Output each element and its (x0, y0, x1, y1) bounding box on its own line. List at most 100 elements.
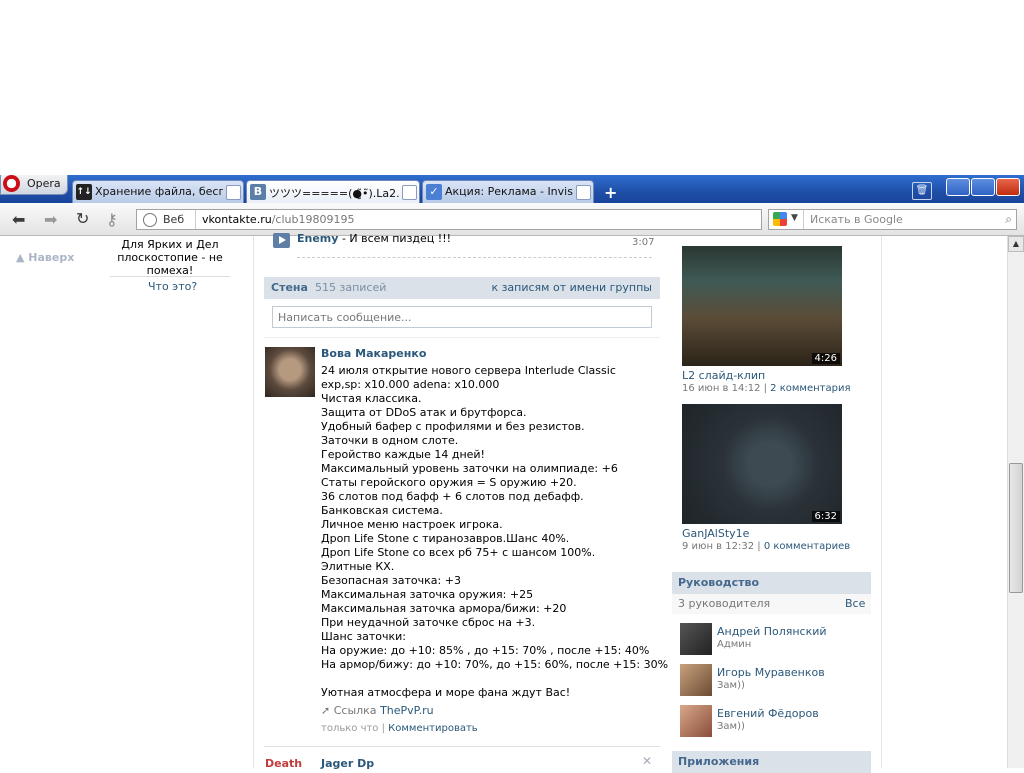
new-tab-button[interactable]: + (604, 183, 617, 202)
audio-title: - И всем пиздец !!! (338, 232, 452, 245)
tab-close-button[interactable] (402, 185, 417, 200)
avatar[interactable] (680, 664, 712, 696)
tab-title: ツツツ=====(●̮̮̃•̃).La2... (269, 187, 399, 200)
post-attachment: ➚ Ссылка ThePvP.ru (321, 704, 434, 717)
post-line: Дроп Life Stone с тиранозавров.Шанс 40%. (321, 532, 570, 545)
search-box[interactable]: ▼ Искать в Google ⌕ (768, 209, 1017, 230)
post-line: exp,sp: x10.000 adena: x10.000 (321, 378, 500, 391)
manager-role: Зам)) (717, 680, 745, 691)
close-window-button[interactable] (996, 178, 1020, 196)
post-line: Дроп Life Stone со всех рб 75+ с шансом … (321, 546, 596, 559)
audio-artist[interactable]: Enemy (297, 232, 338, 245)
video-comments-link[interactable]: 2 комментария (770, 383, 850, 394)
video-comments-link[interactable]: 0 комментариев (764, 541, 850, 552)
back-to-top-link[interactable]: ▲ Наверх (16, 251, 74, 264)
manager-role: Админ (717, 639, 752, 650)
left-note: Для Ярких и Дел плоскостопие - не помеха… (117, 238, 223, 277)
post-line: Защита от DDoS атак и брутфорса. (321, 406, 527, 419)
avatar[interactable] (680, 623, 712, 655)
chevron-down-icon[interactable]: ▼ (791, 213, 798, 223)
key-icon[interactable]: ⚷ (106, 210, 118, 229)
search-input[interactable]: Искать в Google (810, 213, 903, 226)
tab-vkontakte[interactable]: В ツツツ=====(●̮̮̃•̃).La2... (246, 180, 420, 203)
audio-track: Enemy - И всем пиздец !!! (297, 232, 451, 245)
reload-icon[interactable]: ↻ (76, 209, 89, 228)
post-line: Максимальная заточка армора/бижи: +20 (321, 602, 567, 615)
apps-title: Приложения (678, 755, 760, 768)
video-title[interactable]: GanJAlSty1e (682, 527, 749, 540)
managers-header[interactable]: Руководство (672, 572, 871, 594)
managers-title: Руководство (678, 576, 760, 589)
what-is-link[interactable]: Что это? (148, 280, 197, 293)
video-thumbnail[interactable]: 4:26 (682, 246, 842, 366)
compose-input[interactable]: Написать сообщение... (272, 306, 652, 328)
google-icon[interactable] (773, 212, 787, 226)
opera-menu-label: Opera (27, 177, 61, 190)
close-icon[interactable]: ✕ (642, 754, 652, 768)
managers-all-link[interactable]: Все (845, 597, 865, 610)
opera-menu-button[interactable]: Opera (0, 175, 68, 195)
post-text: 24 июля открытие нового сервера Interlud… (321, 364, 668, 700)
post-line: Геройство каждые 14 дней! (321, 448, 485, 461)
divider (264, 337, 660, 338)
address-url[interactable]: vkontakte.ru/club19809195 (202, 213, 354, 226)
upload-site-icon: ↑↓ (76, 184, 92, 200)
post-line: При неудачной заточке сброс на +3. (321, 616, 536, 629)
post-line (321, 672, 668, 686)
search-separator (803, 210, 804, 229)
scrollbar[interactable]: ▲ (1007, 236, 1024, 768)
vk-icon: В (250, 184, 266, 200)
manager-name[interactable]: Андрей Полянский (717, 625, 827, 638)
video-meta: 16 июн в 14:12 | 2 комментария (682, 383, 851, 394)
tab-close-button[interactable] (576, 185, 591, 200)
post-time: только что (321, 723, 379, 734)
link-label: Ссылка (333, 704, 377, 717)
post-line: Заточки в одном слоте. (321, 434, 459, 447)
tab-close-button[interactable] (226, 185, 241, 200)
audio-duration: 3:07 (632, 237, 655, 248)
play-icon[interactable] (273, 233, 290, 248)
comment-link[interactable]: Комментировать (388, 723, 478, 734)
avatar[interactable] (680, 705, 712, 737)
address-bar[interactable]: Веб vkontakte.ru/club19809195 (136, 209, 762, 230)
wall-title: Стена (271, 281, 308, 294)
check-site-icon: ✓ (426, 184, 442, 200)
back-arrow-icon[interactable]: ⬅ (12, 210, 25, 229)
link-arrow-icon: ➚ (321, 704, 331, 717)
url-path: /club19809195 (271, 213, 355, 226)
minimize-button[interactable] (946, 178, 970, 196)
post-link[interactable]: ThePvP.ru (380, 704, 434, 717)
post-line: Шанс заточки: (321, 630, 406, 643)
scroll-up-arrow-icon[interactable]: ▲ (1008, 236, 1024, 252)
video-meta: 9 июн в 12:32 | 0 комментариев (682, 541, 851, 552)
post-line: Элитные КХ. (321, 560, 395, 573)
maximize-button[interactable] (971, 178, 995, 196)
back-to-top-label: Наверх (28, 251, 75, 264)
avatar[interactable]: Death (265, 757, 315, 768)
group-posts-link[interactable]: к записям от имени группы (491, 281, 652, 294)
video-title[interactable]: L2 слайд-клип (682, 369, 765, 382)
apps-header[interactable]: Приложения (672, 751, 871, 773)
tab-file-storage[interactable]: ↑↓ Хранение файла, беспл... (72, 180, 244, 203)
post-line: Уютная атмосфера и море фана ждут Вас! (321, 686, 571, 699)
post-line: Чистая классика. (321, 392, 422, 405)
trash-icon[interactable]: 🗑 (912, 182, 932, 200)
post-author[interactable]: Jager Dp (321, 757, 374, 770)
tab-promo[interactable]: ✓ Акция: Реклама - Invisi... (422, 180, 594, 203)
search-icon[interactable]: ⌕ (1005, 212, 1012, 227)
manager-name[interactable]: Игорь Муравенков (717, 666, 825, 679)
scroll-thumb[interactable] (1009, 463, 1023, 593)
avatar[interactable] (265, 347, 315, 397)
content-border-left (253, 236, 254, 768)
post-line: Безопасная заточка: +3 (321, 574, 461, 587)
forward-arrow-icon[interactable]: ➡ (44, 210, 57, 229)
compose-placeholder: Написать сообщение... (278, 311, 412, 324)
divider (297, 257, 652, 258)
post-meta: только что | Комментировать (321, 723, 478, 734)
post-author[interactable]: Вова Макаренко (321, 347, 426, 360)
video-duration: 4:26 (811, 353, 840, 364)
video-thumbnail[interactable]: 6:32 (682, 404, 842, 524)
divider (264, 746, 660, 747)
post-line: 36 слотов под бафф + 6 слотов под дебафф… (321, 490, 584, 503)
manager-name[interactable]: Евгений Фёдоров (717, 707, 819, 720)
